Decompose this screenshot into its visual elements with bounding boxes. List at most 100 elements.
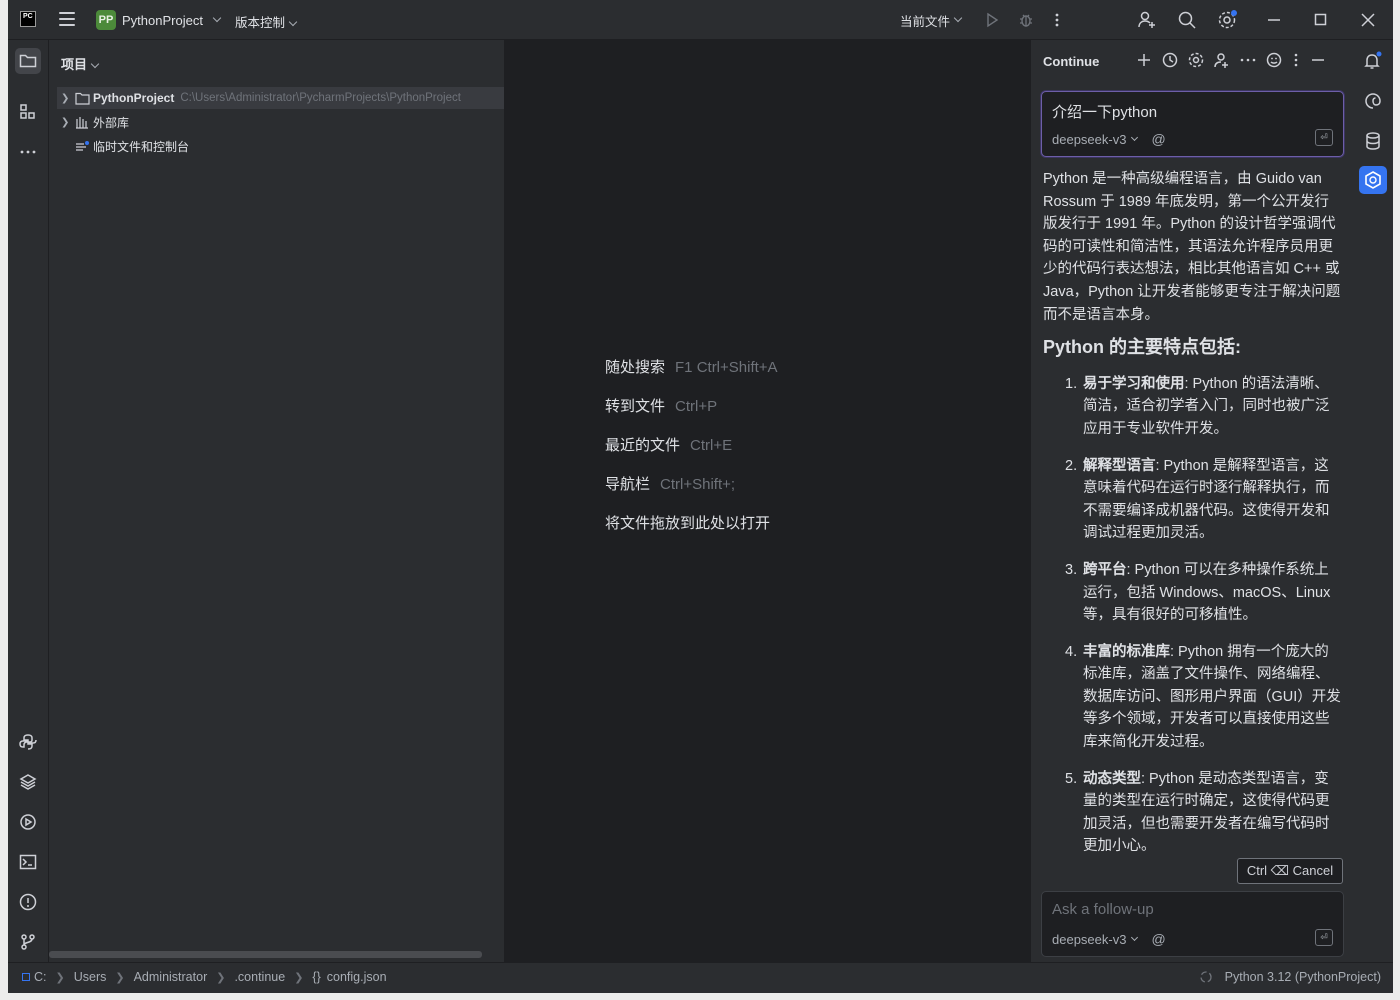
chevron-right-icon[interactable]: ❯ (61, 117, 75, 128)
response-heading: Python 的主要特点包括: (1043, 337, 1241, 358)
chevron-down-icon (212, 13, 222, 23)
editor-empty-area[interactable]: 随处搜索 F1 Ctrl+Shift+A 转到文件 Ctrl+P 最近的文件 Ctrl… (505, 40, 1030, 962)
tree-item-external-libraries[interactable]: ❯ 外部库 (61, 111, 504, 133)
json-file-icon: {} (312, 970, 321, 984)
enter-icon[interactable]: ⏎ (1315, 129, 1333, 146)
hint-goto-file: 转到文件 Ctrl+P (605, 398, 718, 415)
breadcrumb-item[interactable]: C: (34, 970, 47, 984)
python-packages-button[interactable] (15, 769, 41, 795)
tree-item-label: 临时文件和控制台 (93, 139, 190, 154)
project-panel-title[interactable]: 项目 (61, 54, 100, 73)
tree-item-path: C:\Users\Administrator\PycharmProjects\P… (180, 92, 461, 104)
smiley-icon[interactable] (1265, 51, 1283, 69)
python-console-button[interactable] (15, 729, 41, 755)
project-name: PythonProject (122, 12, 203, 28)
tree-item-scratches[interactable]: 临时文件和控制台 (61, 135, 504, 157)
model-selector[interactable]: deepseek-v3 @ (1052, 931, 1166, 947)
bell-icon (1364, 51, 1382, 69)
continue-icon (1365, 171, 1381, 189)
more-vertical-icon (1055, 13, 1059, 27)
left-tool-strip (8, 40, 49, 962)
assistant-response: Python 是一种高级编程语言，由 Guido van Rossum 于 19… (1043, 168, 1343, 872)
project-tool-button[interactable] (15, 48, 41, 74)
screen-edge-left (0, 0, 8, 1000)
run-config-label: 当前文件 (900, 14, 951, 29)
hint-search-everywhere: 随处搜索 F1 Ctrl+Shift+A (605, 359, 778, 376)
prompt-input-submitted[interactable]: 介绍一下python deepseek-v3 @ ⏎ (1041, 91, 1344, 157)
main-menu-icon[interactable] (59, 12, 75, 26)
breadcrumb-item[interactable]: .continue (234, 970, 285, 984)
terminal-icon (19, 854, 37, 870)
structure-tool-button[interactable] (15, 99, 41, 125)
at-mention-icon[interactable]: @ (1151, 931, 1165, 947)
database-button[interactable] (1359, 127, 1387, 155)
continue-panel: Continue 介绍一下python deepseek-v3 @ ⏎ Pytho… (1030, 40, 1352, 962)
git-branch-icon (21, 934, 35, 950)
chevron-down-icon (953, 13, 963, 23)
folder-icon (19, 54, 37, 68)
title-bar: PC PP PythonProject 版本控制 当前文件 (8, 0, 1393, 40)
tree-item-label: PythonProject (93, 91, 175, 105)
minimize-icon (1268, 19, 1280, 21)
tree-item-label: 外部库 (93, 115, 130, 130)
hint-drop-files: 将文件拖放到此处以打开 (605, 515, 771, 532)
list-item: 4. 丰富的标准库: Python 拥有一个庞大的标准库，涵盖了文件操作、网络编程… (1065, 643, 1341, 751)
python-interpreter[interactable]: Python 3.12 (PythonProject) (1225, 970, 1381, 984)
git-button[interactable] (15, 929, 41, 955)
minimize-button[interactable] (1267, 0, 1281, 40)
add-user-button[interactable] (1137, 0, 1157, 40)
sync-icon[interactable] (1199, 970, 1213, 984)
services-button[interactable] (15, 809, 41, 835)
breadcrumb-item[interactable]: Administrator (134, 970, 208, 984)
breadcrumb-item[interactable]: config.json (327, 970, 387, 984)
list-item: 2. 解释型语言: Python 是解释型语言，这意味着代码在运行时逐行解释执行，… (1065, 457, 1330, 542)
more-vertical-icon[interactable] (1291, 51, 1301, 69)
enter-icon[interactable]: ⏎ (1315, 929, 1333, 946)
maximize-button[interactable] (1314, 0, 1328, 40)
hint-navigation-bar: 导航栏 Ctrl+Shift+; (605, 476, 736, 493)
run-config-selector[interactable]: 当前文件 (900, 0, 963, 40)
tree-item-project-root[interactable]: ❯ PythonProject C:\Users\Administrator\P… (57, 87, 504, 109)
model-selector[interactable]: deepseek-v3 @ (1052, 131, 1166, 147)
debug-button[interactable] (1017, 0, 1035, 40)
breadcrumb-item[interactable]: Users (74, 970, 107, 984)
notifications-button[interactable] (1359, 47, 1387, 75)
breadcrumb: C: ❯ Users ❯ Administrator ❯ .continue ❯ {} … (22, 970, 387, 984)
status-bar: C: ❯ Users ❯ Administrator ❯ .continue ❯ {} … (8, 962, 1393, 993)
ide-window: PC PP PythonProject 版本控制 当前文件 项目 ❯ Pytho… (8, 0, 1393, 993)
followup-input[interactable]: Ask a follow-up deepseek-v3 @ ⏎ (1041, 891, 1344, 957)
continue-tool-button[interactable] (1359, 166, 1387, 194)
search-button[interactable] (1177, 0, 1197, 40)
more-horizontal-icon (20, 150, 36, 154)
history-icon[interactable] (1161, 51, 1179, 69)
maximize-icon (1314, 13, 1327, 26)
list-item: 5. 动态类型: Python 是动态类型语言，变量的类型在运行时确定，这使得代码… (1065, 770, 1330, 855)
prompt-text: 介绍一下python (1052, 104, 1158, 121)
horizontal-scrollbar[interactable] (49, 951, 482, 958)
cancel-generation-button[interactable]: Ctrl ⌫ Cancel (1237, 858, 1343, 884)
problems-button[interactable] (15, 889, 41, 915)
gear-icon[interactable] (1187, 51, 1205, 69)
list-item: 3. 跨平台: Python 可以在多种操作系统上运行，包括 Windows、ma… (1065, 561, 1331, 624)
plus-icon[interactable] (1135, 51, 1153, 69)
project-badge: PP (96, 10, 116, 30)
user-icon[interactable] (1213, 51, 1231, 69)
folder-icon (75, 92, 93, 105)
search-icon (1178, 11, 1196, 29)
ai-assistant-button[interactable] (1359, 87, 1387, 115)
project-switcher[interactable]: PP PythonProject (96, 9, 222, 31)
terminal-button[interactable] (15, 849, 41, 875)
more-horizontal-icon[interactable] (1239, 51, 1257, 69)
chevron-right-icon[interactable]: ❯ (61, 93, 75, 104)
close-window-button[interactable] (1361, 0, 1375, 40)
spiral-icon (1365, 93, 1381, 109)
more-actions-button[interactable] (1054, 0, 1060, 40)
settings-button[interactable] (1217, 0, 1239, 40)
layers-icon (19, 774, 37, 790)
hide-panel-icon[interactable] (1309, 51, 1327, 69)
at-mention-icon[interactable]: @ (1151, 131, 1165, 147)
more-tools-button[interactable] (15, 139, 41, 165)
run-button[interactable] (984, 0, 1000, 40)
python-icon (19, 734, 37, 750)
vcs-menu[interactable]: 版本控制 (235, 12, 298, 31)
